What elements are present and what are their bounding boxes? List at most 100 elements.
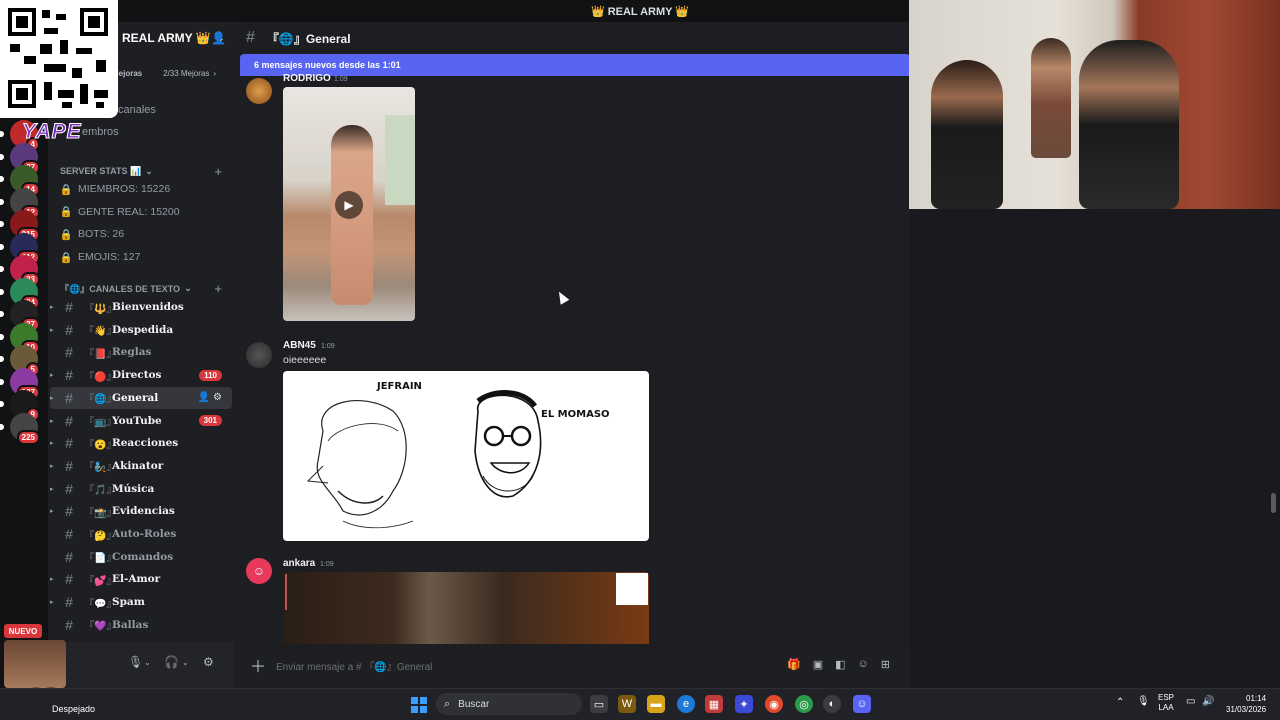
channel-name: YouTube xyxy=(112,414,162,427)
play-icon[interactable]: ▶ xyxy=(335,191,363,219)
gif-icon[interactable]: ▣ xyxy=(813,658,823,671)
avatar[interactable] xyxy=(246,78,272,104)
obs-icon[interactable]: ◐ xyxy=(823,695,841,713)
category-label: 『🌐』CANALES DE TEXTO xyxy=(60,283,181,294)
channel-name: Reglas xyxy=(112,346,152,359)
hash-icon: # xyxy=(65,367,73,384)
unread-indicator-icon: ▸ xyxy=(50,304,54,311)
channel-item[interactable]: ▸ # 『😮』 Reacciones xyxy=(50,432,232,454)
channel-item[interactable]: ▸ # 『📸』 Evidencias xyxy=(50,500,232,522)
channel-item[interactable]: ▸ # 『📺』 YouTube 301 xyxy=(50,410,232,432)
channel-item[interactable]: # 『💜』 Ballas xyxy=(50,614,232,636)
message-composer[interactable]: ＋ Enviar mensaje a # 『🌐』General 🎁 ▣ ◧ ☺ … xyxy=(240,648,908,682)
channel-emoji: 『💬』 xyxy=(84,598,117,610)
channel-emoji: 『🌐』 xyxy=(84,394,117,406)
add-attachment-icon[interactable]: ＋ xyxy=(240,653,276,677)
taskbar-search[interactable]: ⌕ Buscar xyxy=(436,693,582,715)
message-author[interactable]: RODRIGO xyxy=(283,73,331,84)
members-link[interactable]: embros xyxy=(82,126,119,138)
stat-channel[interactable]: 🔒 GENTE REAL: 15200 xyxy=(58,202,228,222)
discord-icon[interactable]: ☺ xyxy=(853,695,871,713)
lock-icon: 🔒 xyxy=(59,183,73,196)
hash-icon: # xyxy=(65,412,73,429)
category-server-stats[interactable]: SERVER STATS 📊 ⌄ + xyxy=(60,163,230,179)
server-icon[interactable]: 225 xyxy=(10,412,40,445)
composer-tools: 🎁 ▣ ◧ ☺ ⊞ xyxy=(787,658,890,671)
apps-icon[interactable]: ⊞ xyxy=(881,658,890,671)
chevron-down-icon: ⌄ xyxy=(145,165,153,176)
avatar[interactable] xyxy=(246,342,272,368)
channel-item[interactable]: # 『🤔』 Auto-Roles xyxy=(50,523,232,545)
unread-indicator-icon: ▸ xyxy=(50,394,54,402)
clock-time: 01:14 xyxy=(1246,694,1267,703)
discord-avatar-icon[interactable]: ☺ xyxy=(246,558,272,584)
message-author[interactable]: ABN45 xyxy=(283,340,316,351)
scrollbar-thumb[interactable] xyxy=(1271,493,1276,513)
chevron-up-icon[interactable]: ⌃ xyxy=(1116,698,1124,708)
stat-channel[interactable]: 🔒 EMOJIS: 127 xyxy=(58,247,228,267)
unread-pill xyxy=(0,266,4,272)
copilot-icon[interactable]: ✦ xyxy=(735,695,753,713)
windows-start-icon[interactable] xyxy=(411,697,427,713)
invite-people-icon[interactable]: 👤 xyxy=(211,31,226,45)
unread-pill xyxy=(0,401,4,407)
lock-icon: 🔒 xyxy=(59,251,73,264)
gift-icon[interactable]: 🎁 xyxy=(787,658,801,671)
language-indicator[interactable]: ESP LAA xyxy=(1158,693,1174,713)
channel-item[interactable]: ▸ # 『🔱』 Bienvenidos xyxy=(50,296,232,318)
unread-indicator-icon: ▸ xyxy=(50,440,54,448)
channel-title: 『🌐』General xyxy=(266,31,351,46)
channel-emoji: 『👋』 xyxy=(84,326,117,338)
channel-item[interactable]: ▸ # 『💬』 Spam xyxy=(50,591,232,613)
emoji-icon[interactable]: ☺ xyxy=(858,658,869,671)
channel-item[interactable]: ▸ # 『🔴』 Directos 110 xyxy=(50,364,232,386)
new-messages-bar[interactable]: 6 mensajes nuevos desde las 1:01 xyxy=(240,54,910,76)
add-channel-icon[interactable]: + xyxy=(214,281,222,296)
unread-pill xyxy=(0,243,4,250)
edge-icon[interactable]: e xyxy=(677,695,695,713)
channel-item[interactable]: # 『📕』 Reglas xyxy=(50,341,232,363)
store-icon[interactable]: ▦ xyxy=(705,695,723,713)
microphone-icon[interactable]: 🎙 xyxy=(128,655,143,669)
channel-name: Reacciones xyxy=(112,437,179,450)
task-view-icon[interactable]: ▭ xyxy=(590,695,608,713)
stat-channel[interactable]: 🔒 MIEMBROS: 15226 xyxy=(58,179,228,199)
add-channel-icon[interactable]: + xyxy=(214,164,222,179)
channel-item[interactable]: ▸ # 『🧞』 Akinator xyxy=(50,455,232,477)
sticker-icon[interactable]: ◧ xyxy=(835,658,845,671)
app-icon[interactable]: W xyxy=(618,695,636,713)
sketch-label-left: JEFRAIN xyxy=(376,381,422,392)
channel-name: Evidencias xyxy=(112,505,175,518)
video-attachment[interactable]: ▶ xyxy=(283,87,415,321)
microphone-icon[interactable]: 🎙 xyxy=(1137,697,1150,707)
settings-gear-icon[interactable]: ⚙ xyxy=(203,655,214,669)
network-icon[interactable]: ▭ xyxy=(1186,697,1195,707)
message-author[interactable]: ankara xyxy=(283,558,315,569)
boost-progress[interactable]: Mejoras 2/33 Mejoras › xyxy=(104,64,226,82)
channel-item[interactable]: ▸ # 『💕』 El-Amor xyxy=(50,568,232,590)
channel-item[interactable]: ▸ # 『🎵』 Música xyxy=(50,478,232,500)
chrome-icon[interactable]: ◉ xyxy=(765,695,783,713)
channel-emoji: 『📸』 xyxy=(84,507,117,519)
image-attachment[interactable]: JEFRAIN EL MOMASO xyxy=(283,371,649,541)
stat-channel[interactable]: 🔒 BOTS: 26 xyxy=(58,224,228,244)
hash-icon: # xyxy=(65,571,73,588)
category-text-channels[interactable]: 『🌐』CANALES DE TEXTO ⌄ + xyxy=(60,280,230,296)
clock[interactable]: 01:14 31/03/2026 xyxy=(1226,693,1266,715)
chevron-down-icon[interactable]: ⌄ xyxy=(144,658,151,667)
yape-logo: YAPE xyxy=(22,120,82,144)
hash-icon: # xyxy=(65,616,73,633)
volume-icon[interactable]: 🔊 xyxy=(1202,697,1214,707)
browse-channels-link[interactable]: canales xyxy=(118,104,156,116)
video-embed[interactable] xyxy=(283,572,649,644)
channel-item[interactable]: # 『📄』 Comandos xyxy=(50,546,232,568)
channel-item[interactable]: ▸ # 『👋』 Despedida xyxy=(50,319,232,341)
channel-emoji: 『📺』 xyxy=(84,417,117,428)
channel-settings-icons[interactable]: 👤 ⚙ xyxy=(198,392,222,403)
browser-icon[interactable]: ◎ xyxy=(795,695,813,713)
channel-item[interactable]: ▸ # 『🌐』 General 👤 ⚙ xyxy=(50,386,232,409)
file-explorer-icon[interactable]: ▬ xyxy=(647,695,665,713)
chevron-down-icon[interactable]: ⌄ xyxy=(182,658,189,667)
headphones-icon[interactable]: 🎧 xyxy=(164,655,179,669)
hash-icon: # xyxy=(65,480,73,497)
